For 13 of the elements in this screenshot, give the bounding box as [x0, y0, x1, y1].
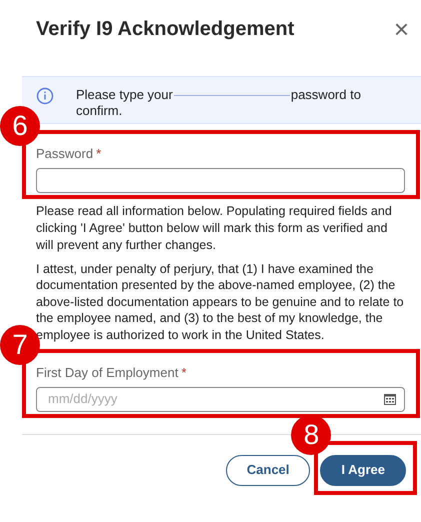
field-label: First Day of Employment *	[36, 364, 188, 382]
password-field[interactable]	[36, 168, 405, 192]
close-button[interactable]: ×	[390, 16, 413, 42]
info-icon	[36, 87, 54, 105]
dialog-title: Verify I9 Acknowledgement	[36, 17, 294, 42]
cancel-button[interactable]: Cancel	[226, 454, 310, 486]
notice-paragraph: Please read all information below. Populating required fields and clicking 'I Agree' button below will mark this form as verified and will prevent any further changes.	[36, 202, 393, 254]
calendar-icon	[384, 393, 396, 405]
field-label: Password *	[36, 145, 102, 163]
info-message: Please type your password to confirm.	[76, 87, 362, 119]
annotation-number: 6	[0, 106, 40, 146]
attestation-paragraph: I attest, under penalty of perjury, that (1) I have examined the documentation presented by the above-named employee, (2) the above-listed documentation appears to be genuine and to relate to the employee named, and (3) to the best of my knowledge, the employee is authorized to work in the United States.	[36, 260, 405, 343]
agree-button[interactable]: I Agree	[320, 454, 406, 486]
